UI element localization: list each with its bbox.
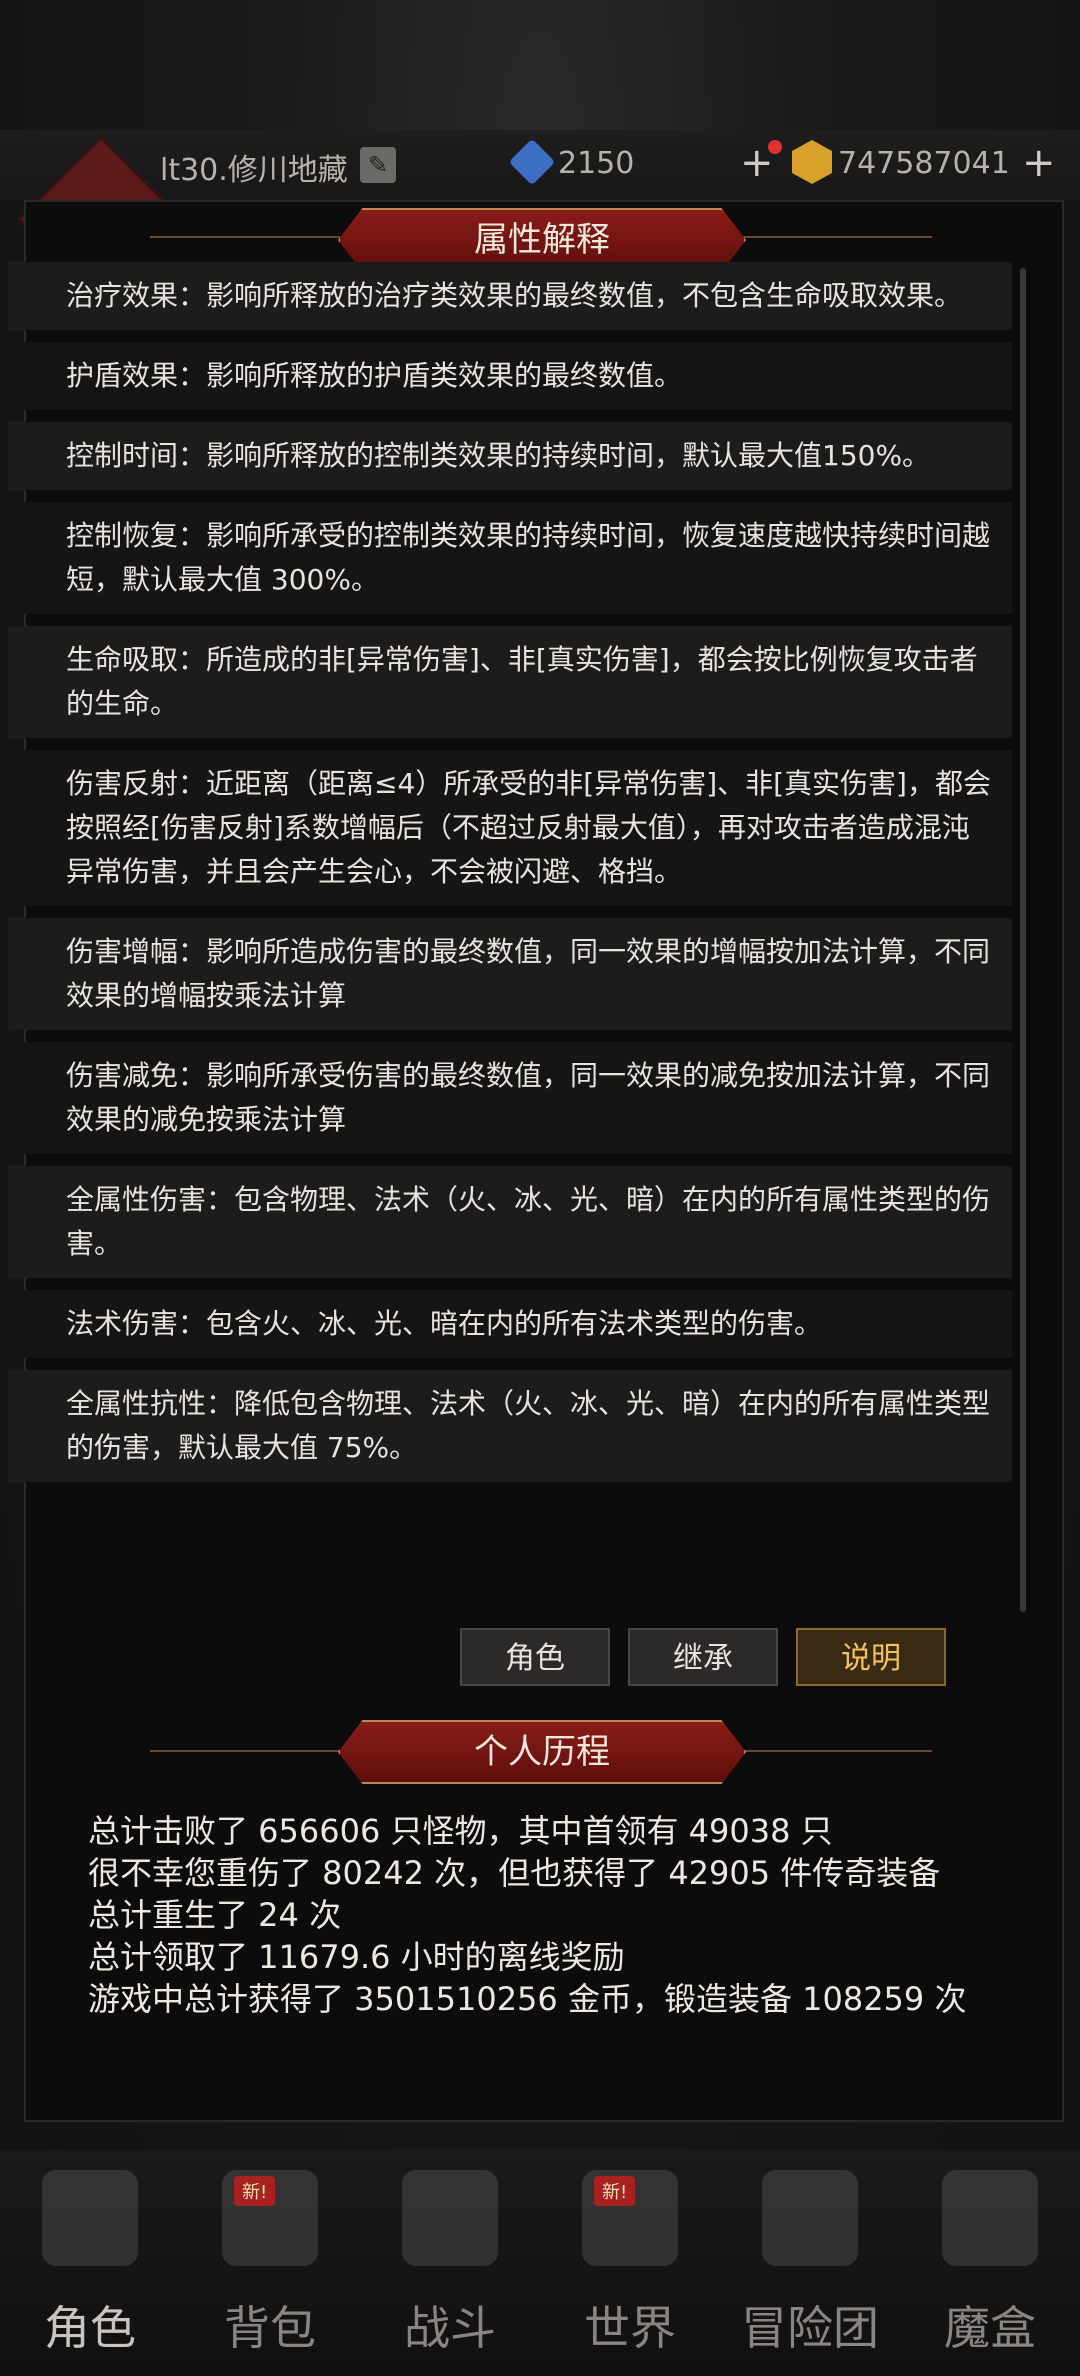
history-line: 很不幸您重伤了 80242 次，但也获得了 42905 件传奇装备 [88,1854,941,1892]
history-line: 总计领取了 11679.6 小时的离线奖励 [88,1938,625,1976]
cube-icon [942,2170,1038,2266]
attribute-item: 法术伤害：包含火、冰、光、暗在内的所有法术类型的伤害。 [8,1290,1012,1358]
tab-explanation[interactable]: 说明 [796,1628,946,1686]
nav-label: 魔盒 [944,2301,1036,2355]
notification-dot [768,140,782,154]
history-list: 总计击败了 656606 只怪物，其中首领有 49038 只 很不幸您重伤了 8… [88,1810,988,2020]
history-line: 总计击败了 656606 只怪物，其中首领有 49038 只 [88,1812,833,1850]
attribute-item: 生命吸取：所造成的非[异常伤害]、非[真实伤害]，都会按比例恢复攻击者的生命。 [8,626,1012,738]
new-badge: 新! [594,2176,636,2206]
nav-magic-box[interactable]: 魔盒 [900,2150,1080,2376]
attribute-item: 护盾效果：影响所释放的护盾类效果的最终数值。 [8,342,1012,410]
castle-icon [762,2170,858,2266]
title-divider [742,236,932,238]
title-divider [150,236,340,238]
attribute-item: 伤害增幅：影响所造成伤害的最终数值，同一效果的增幅按加法计算，不同效果的增幅按乘… [8,918,1012,1030]
attribute-item: 伤害减免：影响所承受伤害的最终数值，同一效果的减免按加法计算，不同效果的减免按乘… [8,1042,1012,1154]
history-line: 总计重生了 24 次 [88,1896,342,1934]
helmet-icon [42,2170,138,2266]
history-title: 个人历程 [338,1720,746,1784]
attribute-item: 全属性抗性：降低包含物理、法术（火、冰、光、暗）在内的所有属性类型的伤害，默认最… [8,1370,1012,1482]
tab-inherit[interactable]: 继承 [628,1628,778,1686]
nav-label: 角色 [44,2301,136,2355]
history-line: 游戏中总计获得了 3501510256 金币，锻造装备 108259 次 [88,1980,967,2018]
add-gold-button[interactable]: + [1022,140,1056,186]
gold-count: 747587041 [838,146,1010,181]
bottom-nav: 角色 新! 背包 战斗 新! 世界 冒险团 魔盒 [0,2150,1080,2376]
nav-adventure-team[interactable]: 冒险团 [720,2150,900,2376]
edit-icon[interactable]: ✎ [360,147,396,183]
attribute-list[interactable]: 治疗效果：影响所释放的治疗类效果的最终数值，不包含生命吸取效果。 护盾效果：影响… [8,262,1012,1494]
attribute-item: 伤害反射：近距离（距离≤4）所承受的非[异常伤害]、非[真实伤害]，都会按照经[… [8,750,1012,906]
attribute-item: 控制恢复：影响所承受的控制类效果的持续时间，恢复速度越快持续时间越短，默认最大值… [8,502,1012,614]
nav-backpack[interactable]: 新! 背包 [180,2150,360,2376]
attribute-scrollbar[interactable] [1020,268,1026,1612]
new-badge: 新! [234,2176,276,2206]
nav-label: 战斗 [404,2301,496,2355]
attribute-item: 治疗效果：影响所释放的治疗类效果的最终数值，不包含生命吸取效果。 [8,262,1012,330]
history-divider [150,1750,340,1752]
sword-shield-icon [402,2170,498,2266]
attribute-item: 控制时间：影响所释放的控制类效果的持续时间，默认最大值150%。 [8,422,1012,490]
gem-count: 2150 [558,146,635,181]
nav-label: 背包 [224,2301,316,2355]
nav-character[interactable]: 角色 [0,2150,180,2376]
nav-battle[interactable]: 战斗 [360,2150,540,2376]
player-name: lt30.修川地藏 [160,153,348,188]
tab-character[interactable]: 角色 [460,1628,610,1686]
nav-label: 世界 [584,2301,676,2355]
history-divider [742,1750,932,1752]
nav-label: 冒险团 [741,2301,879,2355]
nav-world[interactable]: 新! 世界 [540,2150,720,2376]
attribute-item: 全属性伤害：包含物理、法术（火、冰、光、暗）在内的所有属性类型的伤害。 [8,1166,1012,1278]
